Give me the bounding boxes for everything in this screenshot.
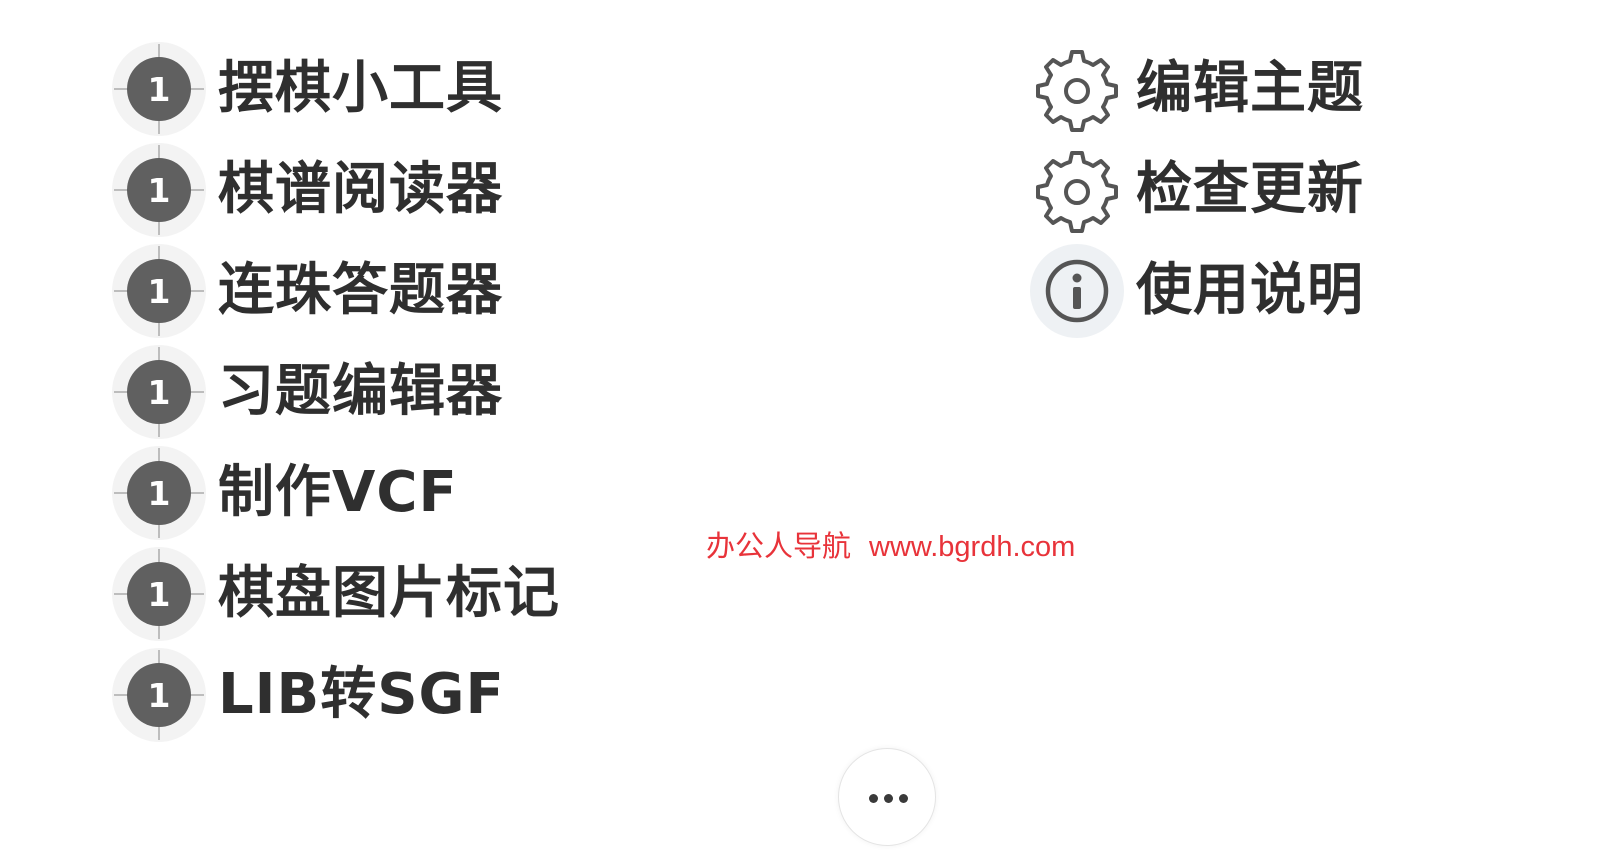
more-button[interactable]	[838, 748, 936, 846]
menu-item-label: 棋谱阅读器	[218, 156, 503, 222]
menu-item-record-reader[interactable]: 1 棋谱阅读器	[112, 139, 560, 240]
menu-item-check-update[interactable]: 检查更新	[1030, 139, 1364, 240]
menu-item-label: 棋盘图片标记	[218, 560, 560, 626]
go-stone-1-icon: 1	[112, 41, 206, 136]
go-stone-1-icon: 1	[112, 344, 206, 439]
gear-icon	[1030, 143, 1124, 237]
info-icon	[1030, 243, 1124, 338]
stone-number: 1	[148, 676, 171, 715]
menu-item-board-image-marker[interactable]: 1 棋盘图片标记	[112, 543, 560, 644]
go-stone-1-icon: 1	[112, 142, 206, 237]
menu-item-label: 使用说明	[1136, 257, 1364, 323]
menu-item-edit-theme[interactable]: 编辑主题	[1030, 38, 1364, 139]
more-dots-icon	[869, 794, 908, 803]
watermark: 办公人导航 www.bgrdh.com	[706, 523, 1075, 565]
stone-number: 1	[148, 272, 171, 311]
menu-item-renju-quiz[interactable]: 1 连珠答题器	[112, 240, 560, 341]
menu-item-label: 检查更新	[1136, 156, 1364, 222]
menu-item-label: 摆棋小工具	[218, 55, 503, 121]
settings-menu: 编辑主题 检查更新 使用说明	[1030, 38, 1364, 341]
stone-number: 1	[148, 474, 171, 513]
menu-item-instructions[interactable]: 使用说明	[1030, 240, 1364, 341]
go-stone-1-icon: 1	[112, 546, 206, 641]
watermark-url: www.bgrdh.com	[869, 531, 1076, 563]
menu-item-label: 习题编辑器	[218, 358, 503, 424]
menu-item-label: 连珠答题器	[218, 257, 503, 323]
menu-item-lib-to-sgf[interactable]: 1 LIB转SGF	[112, 644, 560, 745]
tools-menu: 1 摆棋小工具 1 棋谱阅读器 1 连珠答题器 1 习题编辑器 1 制作VCF …	[112, 38, 560, 745]
stone-number: 1	[148, 171, 171, 210]
menu-item-label: 制作VCF	[218, 459, 458, 525]
gear-icon	[1030, 42, 1124, 136]
menu-item-label: 编辑主题	[1136, 55, 1364, 121]
menu-item-board-setup[interactable]: 1 摆棋小工具	[112, 38, 560, 139]
stone-number: 1	[148, 373, 171, 412]
watermark-name: 办公人导航	[706, 531, 852, 563]
go-stone-1-icon: 1	[112, 647, 206, 742]
menu-item-problem-editor[interactable]: 1 习题编辑器	[112, 341, 560, 442]
menu-item-label: LIB转SGF	[218, 661, 505, 727]
menu-item-make-vcf[interactable]: 1 制作VCF	[112, 442, 560, 543]
stone-number: 1	[148, 575, 171, 614]
stone-number: 1	[148, 70, 171, 109]
go-stone-1-icon: 1	[112, 445, 206, 540]
go-stone-1-icon: 1	[112, 243, 206, 338]
